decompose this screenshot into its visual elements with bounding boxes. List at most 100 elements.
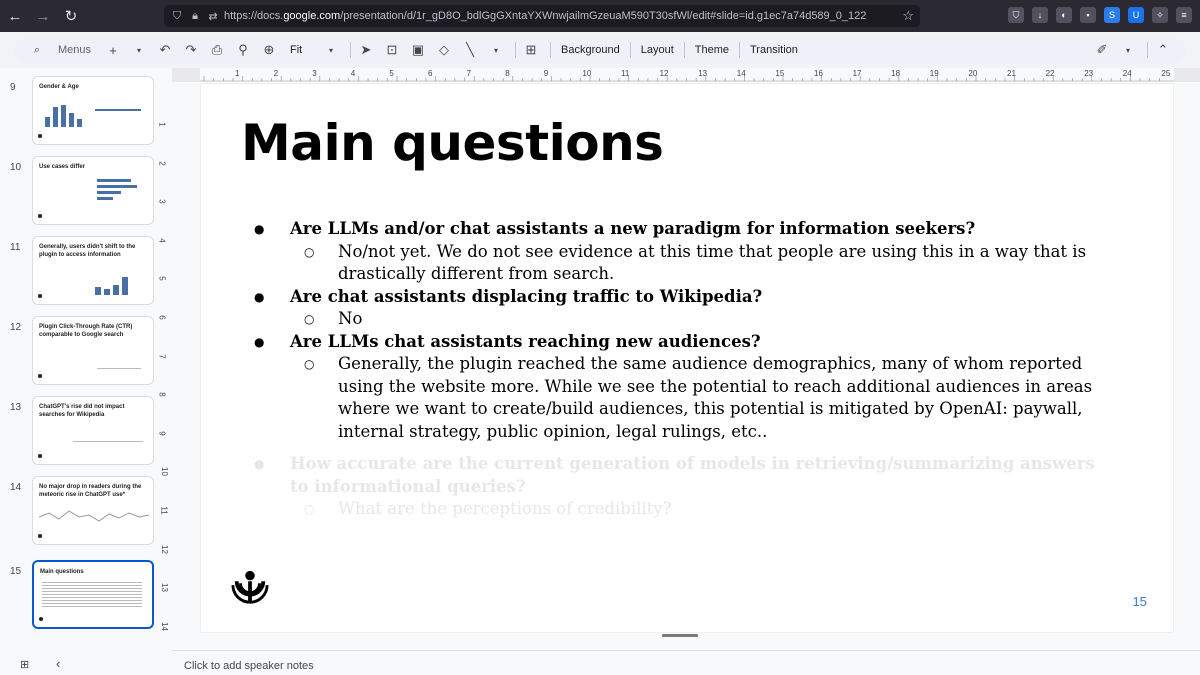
chevron-down-icon[interactable]: ▾ bbox=[320, 39, 342, 61]
new-slide-icon[interactable]: + bbox=[102, 39, 124, 61]
slide-thumbnail-11[interactable]: 11 Generally, users didn't shift to the … bbox=[0, 236, 172, 308]
divider bbox=[515, 42, 516, 58]
slide-body[interactable]: Are LLMs and/or chat assistants a new pa… bbox=[253, 218, 1113, 521]
speaker-notes-placeholder[interactable]: Click to add speaker notes bbox=[184, 660, 314, 672]
ruler-label: 8 bbox=[157, 392, 167, 397]
ruler-label: 9 bbox=[157, 431, 167, 436]
logo-dot bbox=[38, 374, 42, 378]
ruler-label: 2 bbox=[273, 69, 279, 78]
speaker-notes[interactable]: Click to add speaker notes bbox=[172, 650, 1200, 675]
ruler-label: 2 bbox=[157, 160, 167, 166]
puzzle-icon[interactable]: ✧ bbox=[1152, 7, 1168, 23]
layout-button[interactable]: Layout bbox=[635, 44, 680, 56]
divider bbox=[550, 42, 551, 58]
ruler-label: 16 bbox=[814, 69, 823, 78]
download-icon[interactable]: ↓ bbox=[1032, 7, 1048, 23]
ruler-label: 9 bbox=[543, 69, 549, 78]
divider bbox=[739, 42, 740, 58]
slide-preview[interactable]: Gender & Age bbox=[32, 76, 154, 145]
chevron-down-icon[interactable]: ▾ bbox=[128, 39, 150, 61]
slide-preview[interactable]: Generally, users didn't shift to the plu… bbox=[32, 236, 154, 305]
extension-icon[interactable]: S bbox=[1104, 7, 1120, 23]
grid-view-icon[interactable]: ⊞ bbox=[20, 658, 29, 671]
comment-icon[interactable]: ⊞ bbox=[520, 39, 542, 61]
slide-preview-title: Generally, users didn't shift to the plu… bbox=[39, 244, 136, 258]
slide-preview[interactable]: No major drop in readers during the mete… bbox=[32, 476, 154, 545]
pocket-icon[interactable]: ⛉ bbox=[1008, 7, 1024, 23]
redo-icon[interactable]: ↷ bbox=[180, 39, 202, 61]
slide-preview-active[interactable]: Main questions bbox=[32, 560, 154, 629]
ruler-label: 6 bbox=[157, 315, 167, 320]
slide-number: 14 bbox=[10, 482, 22, 493]
extension-icon[interactable]: U bbox=[1128, 7, 1144, 23]
zoom-select[interactable]: Fit bbox=[284, 44, 320, 56]
ruler-label: 4 bbox=[157, 238, 167, 243]
editor-toolbar: ⌕ Menus + ▾ ↶ ↷ ⎙ ⚲ ⊕ Fit ▾ ➤ ⊡ ▣ ◇ ╲ ▾ … bbox=[0, 32, 1200, 68]
line-icon[interactable]: ╲ bbox=[459, 39, 481, 61]
logo-dot bbox=[38, 534, 42, 538]
slide-preview-title: Main questions bbox=[40, 569, 84, 575]
slide-thumbnail-10[interactable]: 10 Use cases differ bbox=[0, 156, 172, 228]
horizontal-ruler: 1 2 3 4 5 6 7 8 9 10 11 12 13 14 15 16 17 18 19 20 21 22 23 24 2… bbox=[200, 68, 1174, 82]
text-box-icon[interactable]: ⊡ bbox=[381, 39, 403, 61]
pen-tool-icon[interactable]: ✐ bbox=[1091, 39, 1113, 61]
collapse-toolbar-icon[interactable]: ⌃ bbox=[1152, 39, 1174, 61]
ruler-label: 13 bbox=[159, 583, 169, 593]
ruler-label: 10 bbox=[159, 467, 169, 477]
shield-icon[interactable]: ⛉ bbox=[170, 9, 184, 23]
extension-icon[interactable]: ◐ bbox=[1056, 7, 1072, 23]
chevron-down-icon[interactable]: ▾ bbox=[485, 39, 507, 61]
logo-dot bbox=[39, 617, 43, 621]
ruler-ticks bbox=[200, 76, 1174, 82]
slide-thumbnail-12[interactable]: 12 Plugin Click-Through Rate (CTR) compa… bbox=[0, 316, 172, 388]
reload-icon[interactable]: ↻ bbox=[58, 3, 84, 29]
divider bbox=[683, 42, 685, 58]
zoom-icon[interactable]: ⊕ bbox=[258, 39, 280, 61]
lock-icon[interactable]: 🔒︎ bbox=[188, 9, 202, 23]
ruler-label: 8 bbox=[505, 69, 510, 78]
wikimedia-logo bbox=[231, 570, 269, 604]
text-lines-mini bbox=[42, 580, 142, 608]
select-cursor-icon[interactable]: ➤ bbox=[355, 39, 377, 61]
print-icon[interactable]: ⎙ bbox=[206, 39, 228, 61]
slide-thumbnail-15[interactable]: 15 Main questions bbox=[0, 560, 172, 632]
slide-thumbnail-9[interactable]: 9 Gender & Age bbox=[0, 76, 172, 148]
transition-button[interactable]: Transition bbox=[744, 44, 804, 56]
slide-preview[interactable]: Plugin Click-Through Rate (CTR) comparab… bbox=[32, 316, 154, 385]
extension-icon[interactable]: ▪ bbox=[1080, 7, 1096, 23]
slide-preview-title: Use cases differ bbox=[39, 164, 86, 170]
answer-2: No bbox=[253, 308, 1113, 331]
search-icon[interactable]: ⌕ bbox=[26, 39, 48, 61]
slide[interactable]: Main questions Are LLMs and/or chat assi… bbox=[201, 84, 1173, 632]
notes-resize-handle[interactable] bbox=[662, 634, 698, 637]
bar-chart-mini bbox=[45, 105, 83, 127]
slide-preview[interactable]: ChatGPT's rise did not impact searches f… bbox=[32, 396, 154, 465]
shape-icon[interactable]: ◇ bbox=[433, 39, 455, 61]
address-bar[interactable]: ⛉ 🔒︎ ⇄ https://docs.google.com/presentat… bbox=[164, 5, 920, 27]
forward-icon[interactable]: → bbox=[30, 3, 56, 29]
chevron-down-icon[interactable]: ▾ bbox=[1117, 39, 1139, 61]
permissions-icon[interactable]: ⇄ bbox=[206, 9, 220, 23]
image-icon[interactable]: ▣ bbox=[407, 39, 429, 61]
slide-thumbnail-13[interactable]: 13 ChatGPT's rise did not impact searche… bbox=[0, 396, 172, 468]
menu-icon[interactable]: ≡ bbox=[1176, 7, 1192, 23]
back-icon[interactable]: ← bbox=[2, 3, 28, 29]
slide-title[interactable]: Main questions bbox=[241, 114, 664, 172]
bar-chart-mini bbox=[97, 179, 137, 203]
question-1: Are LLMs and/or chat assistants a new pa… bbox=[253, 218, 1113, 241]
theme-button[interactable]: Theme bbox=[689, 44, 735, 56]
slide-number: 10 bbox=[10, 162, 22, 173]
slide-number: 11 bbox=[10, 242, 21, 253]
slide-number: 13 bbox=[10, 402, 22, 413]
ruler-label: 5 bbox=[157, 276, 167, 282]
ruler-label: 5 bbox=[389, 69, 394, 78]
ruler-label: 19 bbox=[929, 69, 939, 78]
undo-icon[interactable]: ↶ bbox=[154, 39, 176, 61]
slide-preview[interactable]: Use cases differ bbox=[32, 156, 154, 225]
collapse-filmstrip-icon[interactable]: ‹ bbox=[56, 656, 60, 671]
slide-thumbnail-14[interactable]: 14 No major drop in readers during the m… bbox=[0, 476, 172, 548]
bookmark-star-icon[interactable]: ☆ bbox=[902, 8, 914, 24]
paint-format-icon[interactable]: ⚲ bbox=[232, 39, 254, 61]
menus-search[interactable]: Menus bbox=[52, 44, 102, 56]
background-button[interactable]: Background bbox=[555, 44, 626, 56]
